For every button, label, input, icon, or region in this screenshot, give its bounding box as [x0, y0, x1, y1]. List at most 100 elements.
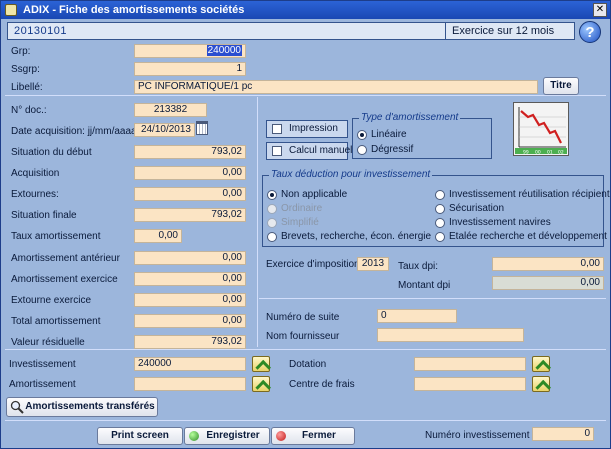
ordinaire-label: Ordinaire — [281, 203, 323, 214]
nom-fournisseur-field[interactable] — [377, 328, 524, 342]
radio-non-applicable-dot[interactable] — [267, 190, 277, 200]
fermer-label: Fermer — [302, 430, 336, 441]
radio-non-applicable[interactable]: Non applicable — [267, 189, 347, 201]
investissement-field[interactable]: 240000 — [134, 357, 246, 371]
date-acquisition-field[interactable]: 24/10/2013 — [134, 123, 195, 137]
dotation-label: Dotation — [289, 359, 327, 370]
divider-top — [5, 95, 606, 96]
numero-suite-field[interactable]: 0 — [377, 309, 457, 323]
radio-lineaire-dot[interactable] — [357, 130, 367, 140]
radio-reutilisation[interactable]: Investissement réutilisation récipient — [435, 189, 610, 201]
enregistrer-button[interactable]: Enregistrer — [184, 427, 270, 445]
situation-finale-field[interactable]: 793,02 — [134, 208, 246, 222]
extournes-field[interactable]: 0,00 — [134, 187, 246, 201]
exercice-imposition-field[interactable]: 2013 — [357, 257, 389, 271]
help-icon[interactable]: ? — [579, 21, 601, 43]
fiche-amortissements-window: ADIX - Fiche des amortissements sociétés… — [0, 0, 611, 449]
grp-label: Grp: — [11, 46, 31, 57]
acquisition-field[interactable]: 0,00 — [134, 166, 246, 180]
amort-anterieur-label: Amortissement antérieur — [11, 253, 120, 264]
calcul-manuel-label: Calcul manuel — [289, 145, 353, 156]
non-applicable-label: Non applicable — [281, 189, 348, 200]
radio-etalee[interactable]: Etalée recherche et développement — [435, 231, 607, 243]
investissement-goto-icon[interactable] — [252, 356, 270, 372]
type-amortissement-group: Type d'amortissement Linéaire Dégressif — [352, 112, 492, 159]
calcul-manuel-toggle[interactable]: Calcul manuel — [266, 142, 352, 160]
nom-fournisseur-label: Nom fournisseur — [266, 331, 340, 342]
taux-dpi-field[interactable]: 0,00 — [492, 257, 604, 271]
radio-ordinaire-dot[interactable] — [267, 204, 277, 214]
degressif-label: Dégressif — [371, 144, 414, 155]
total-amortissement-field[interactable]: 0,00 — [134, 314, 246, 328]
extourne-exercice-field[interactable]: 0,00 — [134, 293, 246, 307]
radio-simplifie-dot[interactable] — [267, 218, 277, 228]
libelle-field[interactable]: PC INFORMATIQUE/1 pc — [134, 80, 538, 94]
radio-brevets[interactable]: Brevets, recherche, écon. énergie — [267, 231, 431, 243]
taux-deduction-legend: Taux déduction pour investissement — [269, 169, 433, 180]
grp-field[interactable]: 240000 — [134, 44, 246, 58]
dotation-field[interactable] — [414, 357, 526, 371]
radio-brevets-dot[interactable] — [267, 232, 277, 242]
amort-anterieur-field[interactable]: 0,00 — [134, 251, 246, 265]
etalee-label: Etalée recherche et développement — [449, 231, 607, 242]
numero-investissement-field[interactable]: 0 — [532, 427, 594, 441]
header-bar: 20130101 Exercice sur 12 mois — [7, 22, 575, 40]
taux-amortissement-field[interactable]: 0,00 — [134, 229, 182, 243]
situation-debut-label: Situation du début — [11, 147, 92, 158]
impression-checkbox[interactable] — [272, 124, 282, 134]
taux-amortissement-label: Taux amortissement — [11, 231, 101, 242]
ndoc-field[interactable]: 213382 — [134, 103, 207, 117]
numero-investissement-label: Numéro investissement — [425, 430, 530, 441]
titre-button[interactable]: Titre — [543, 77, 579, 95]
radio-reutilisation-dot[interactable] — [435, 190, 445, 200]
search-icon — [10, 400, 24, 414]
amort-exercice-field[interactable]: 0,00 — [134, 272, 246, 286]
radio-simplifie[interactable]: Simplifié — [267, 217, 319, 229]
navires-label: Investissement navires — [449, 217, 551, 228]
radio-navires[interactable]: Investissement navires — [435, 217, 551, 229]
radio-securisation[interactable]: Sécurisation — [435, 203, 504, 215]
extournes-label: Extournes: — [11, 189, 59, 200]
impression-toggle[interactable]: Impression — [266, 120, 348, 138]
radio-degressif[interactable]: Dégressif — [357, 144, 413, 156]
brevets-label: Brevets, recherche, écon. énergie — [281, 231, 432, 242]
simplifie-label: Simplifié — [281, 217, 319, 228]
ssgrp-field[interactable]: 1 — [134, 62, 246, 76]
amortissement-goto-icon[interactable] — [252, 376, 270, 392]
extourne-exercice-label: Extourne exercice — [11, 295, 92, 306]
amortissement-field[interactable] — [134, 377, 246, 391]
investissement-label: Investissement — [9, 359, 76, 370]
ssgrp-label: Ssgrp: — [11, 64, 40, 75]
radio-degressif-dot[interactable] — [357, 145, 367, 155]
taux-deduction-group: Taux déduction pour investissement Non a… — [262, 169, 610, 247]
exercice-label: Exercice sur 12 mois — [445, 23, 575, 39]
centre-frais-field[interactable] — [414, 377, 526, 391]
calcul-manuel-checkbox[interactable] — [272, 146, 282, 156]
calendar-icon[interactable] — [196, 121, 208, 135]
amortissements-transferes-button[interactable]: Amortissements transférés — [6, 397, 158, 417]
print-screen-button[interactable]: Print screen — [97, 427, 183, 445]
window-title: ADIX - Fiche des amortissements sociétés — [23, 4, 245, 16]
situation-debut-field[interactable]: 793,02 — [134, 145, 246, 159]
radio-lineaire[interactable]: Linéaire — [357, 129, 407, 141]
divider-mid — [5, 349, 606, 350]
save-led-icon — [189, 431, 199, 441]
dotation-goto-icon[interactable] — [532, 356, 550, 372]
radio-navires-dot[interactable] — [435, 218, 445, 228]
lineaire-label: Linéaire — [371, 129, 407, 140]
libelle-label: Libellé: — [11, 82, 43, 93]
divider-bottom — [5, 420, 606, 421]
radio-ordinaire[interactable]: Ordinaire — [267, 203, 322, 215]
valeur-residuelle-field[interactable]: 793,02 — [134, 335, 246, 349]
securisation-label: Sécurisation — [449, 203, 505, 214]
centre-frais-goto-icon[interactable] — [532, 376, 550, 392]
situation-finale-label: Situation finale — [11, 210, 77, 221]
fermer-button[interactable]: Fermer — [271, 427, 355, 445]
acquisition-label: Acquisition — [11, 168, 60, 179]
taux-dpi-label: Taux dpi: — [398, 261, 439, 272]
radio-etalee-dot[interactable] — [435, 232, 445, 242]
close-window-button[interactable]: ✕ — [593, 3, 607, 17]
montant-dpi-label: Montant dpi — [398, 280, 451, 291]
radio-securisation-dot[interactable] — [435, 204, 445, 214]
enregistrer-label: Enregistrer — [206, 430, 260, 441]
